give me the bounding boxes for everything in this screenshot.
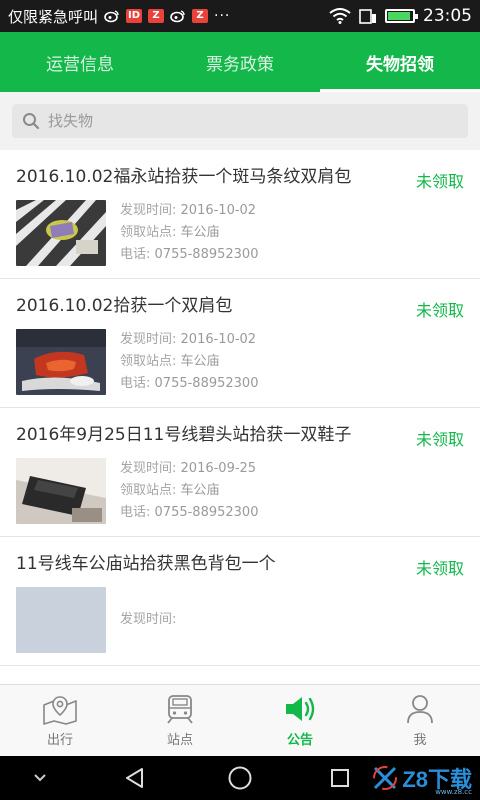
- recents-square-icon: [331, 769, 349, 787]
- list-item[interactable]: 2016.10.02拾获一个双肩包 未领取 发现时间: 2016-10-02 领…: [0, 279, 480, 408]
- carrier-text: 仅限紧急呼叫: [8, 7, 99, 26]
- weibo-icon: [104, 10, 119, 23]
- status-badge: 未领取: [415, 301, 464, 320]
- station-label: 领取站点:: [120, 483, 177, 498]
- search-box[interactable]: [12, 104, 468, 138]
- system-nav-bar: Z8下载 www.z8.cc: [0, 756, 480, 800]
- nav-announcements[interactable]: 公告: [240, 685, 360, 756]
- nav-stations[interactable]: 站点: [120, 685, 240, 756]
- bottom-nav: 出行 站点 公告 我: [0, 684, 480, 756]
- tab-lost-and-found[interactable]: 失物招领: [320, 32, 480, 92]
- found-time-label: 发现时间:: [120, 332, 177, 347]
- map-pin-icon: [43, 696, 77, 725]
- found-time: 2016-09-25: [180, 461, 257, 476]
- wifi-icon: [329, 8, 351, 24]
- clock: 23:05: [423, 6, 472, 26]
- item-meta: 发现时间: 2016-10-02 领取站点: 车公庙 电话: 0755-8895…: [120, 329, 258, 395]
- home-button[interactable]: [190, 765, 290, 791]
- station-label: 领取站点:: [120, 225, 177, 240]
- item-title: 2016年9月25日11号线碧头站拾获一双鞋子: [16, 425, 352, 445]
- item-meta: 发现时间: 2016-09-25 领取站点: 车公庙 电话: 0755-8895…: [120, 458, 258, 524]
- found-time: 2016-10-02: [180, 332, 257, 347]
- notification-badge: ID: [126, 9, 143, 23]
- found-time-label: 发现时间:: [120, 612, 177, 627]
- train-icon: [167, 695, 193, 724]
- lost-item-list: 2016.10.02福永站拾获一个斑马条纹双肩包 未领取 发现时间: 2016-…: [0, 150, 480, 684]
- station-name: 车公庙: [180, 354, 220, 369]
- weibo-icon: [170, 10, 185, 23]
- sim-icon: [359, 9, 376, 24]
- tab-ticket-policy[interactable]: 票务政策: [160, 32, 320, 92]
- found-time-label: 发现时间:: [120, 203, 177, 218]
- phone-label: 电话:: [120, 505, 151, 520]
- chevron-down-icon: [34, 774, 46, 782]
- item-photo[interactable]: [16, 458, 106, 524]
- item-photo[interactable]: [16, 200, 106, 266]
- back-triangle-icon: [126, 768, 143, 788]
- home-circle-icon: [228, 766, 252, 790]
- nav-me[interactable]: 我: [360, 685, 480, 756]
- phone-number: 0755-88952300: [154, 247, 259, 262]
- tab-label: 运营信息: [46, 54, 114, 75]
- item-meta: 发现时间: 2016-10-02 领取站点: 车公庙 电话: 0755-8895…: [120, 200, 258, 266]
- back-button[interactable]: [80, 766, 190, 790]
- watermark: Z8下载 www.z8.cc: [372, 762, 472, 796]
- item-meta: 发现时间:: [120, 609, 176, 631]
- z8-logo-icon: [373, 766, 398, 790]
- item-photo[interactable]: [16, 329, 106, 395]
- station-name: 车公庙: [180, 225, 220, 240]
- more-notifications: ···: [214, 8, 231, 24]
- speaker-icon: [286, 697, 315, 721]
- item-photo[interactable]: [16, 587, 106, 653]
- phone-number: 0755-88952300: [154, 505, 259, 520]
- notification-badge: Z: [192, 9, 209, 23]
- notification-badge: Z: [148, 9, 165, 23]
- nav-travel[interactable]: 出行: [0, 685, 120, 756]
- list-item[interactable]: 11号线车公庙站拾获黑色背包一个 未领取 发现时间:: [0, 537, 480, 666]
- status-bar: 仅限紧急呼叫 ID Z Z ··· 23:05: [0, 0, 480, 32]
- item-title: 2016.10.02福永站拾获一个斑马条纹双肩包: [16, 167, 352, 187]
- tab-operation-info[interactable]: 运营信息: [0, 32, 160, 92]
- nav-label: 出行: [46, 733, 73, 748]
- search-input[interactable]: [48, 112, 458, 130]
- station-name: 车公庙: [180, 483, 220, 498]
- tab-label: 票务政策: [206, 54, 274, 75]
- list-item[interactable]: 2016年9月25日11号线碧头站拾获一双鞋子 未领取 发现时间: 2016-0…: [0, 408, 480, 537]
- watermark-url: www.z8.cc: [435, 788, 472, 796]
- list-item[interactable]: 2016.10.02福永站拾获一个斑马条纹双肩包 未领取 发现时间: 2016-…: [0, 150, 480, 279]
- status-badge: 未领取: [415, 172, 464, 191]
- found-time: 2016-10-02: [180, 203, 257, 218]
- top-tab-bar: 运营信息 票务政策 失物招领: [0, 32, 480, 92]
- hide-nav-button[interactable]: [0, 773, 80, 783]
- status-badge: 未领取: [415, 430, 464, 449]
- found-time-label: 发现时间:: [120, 461, 177, 476]
- nav-label: 我: [413, 733, 427, 748]
- phone-number: 0755-88952300: [154, 376, 259, 391]
- station-label: 领取站点:: [120, 354, 177, 369]
- battery-level: [388, 12, 410, 20]
- status-badge: 未领取: [415, 559, 464, 578]
- item-title: 2016.10.02拾获一个双肩包: [16, 296, 233, 316]
- battery-icon: [385, 9, 418, 23]
- phone-label: 电话:: [120, 247, 151, 262]
- nav-label: 公告: [286, 733, 313, 748]
- phone-label: 电话:: [120, 376, 151, 391]
- tab-label: 失物招领: [366, 54, 434, 75]
- nav-label: 站点: [166, 733, 193, 748]
- search-area: [0, 92, 480, 150]
- item-title: 11号线车公庙站拾获黑色背包一个: [16, 554, 276, 574]
- search-icon: [23, 113, 40, 130]
- person-icon: [407, 695, 433, 724]
